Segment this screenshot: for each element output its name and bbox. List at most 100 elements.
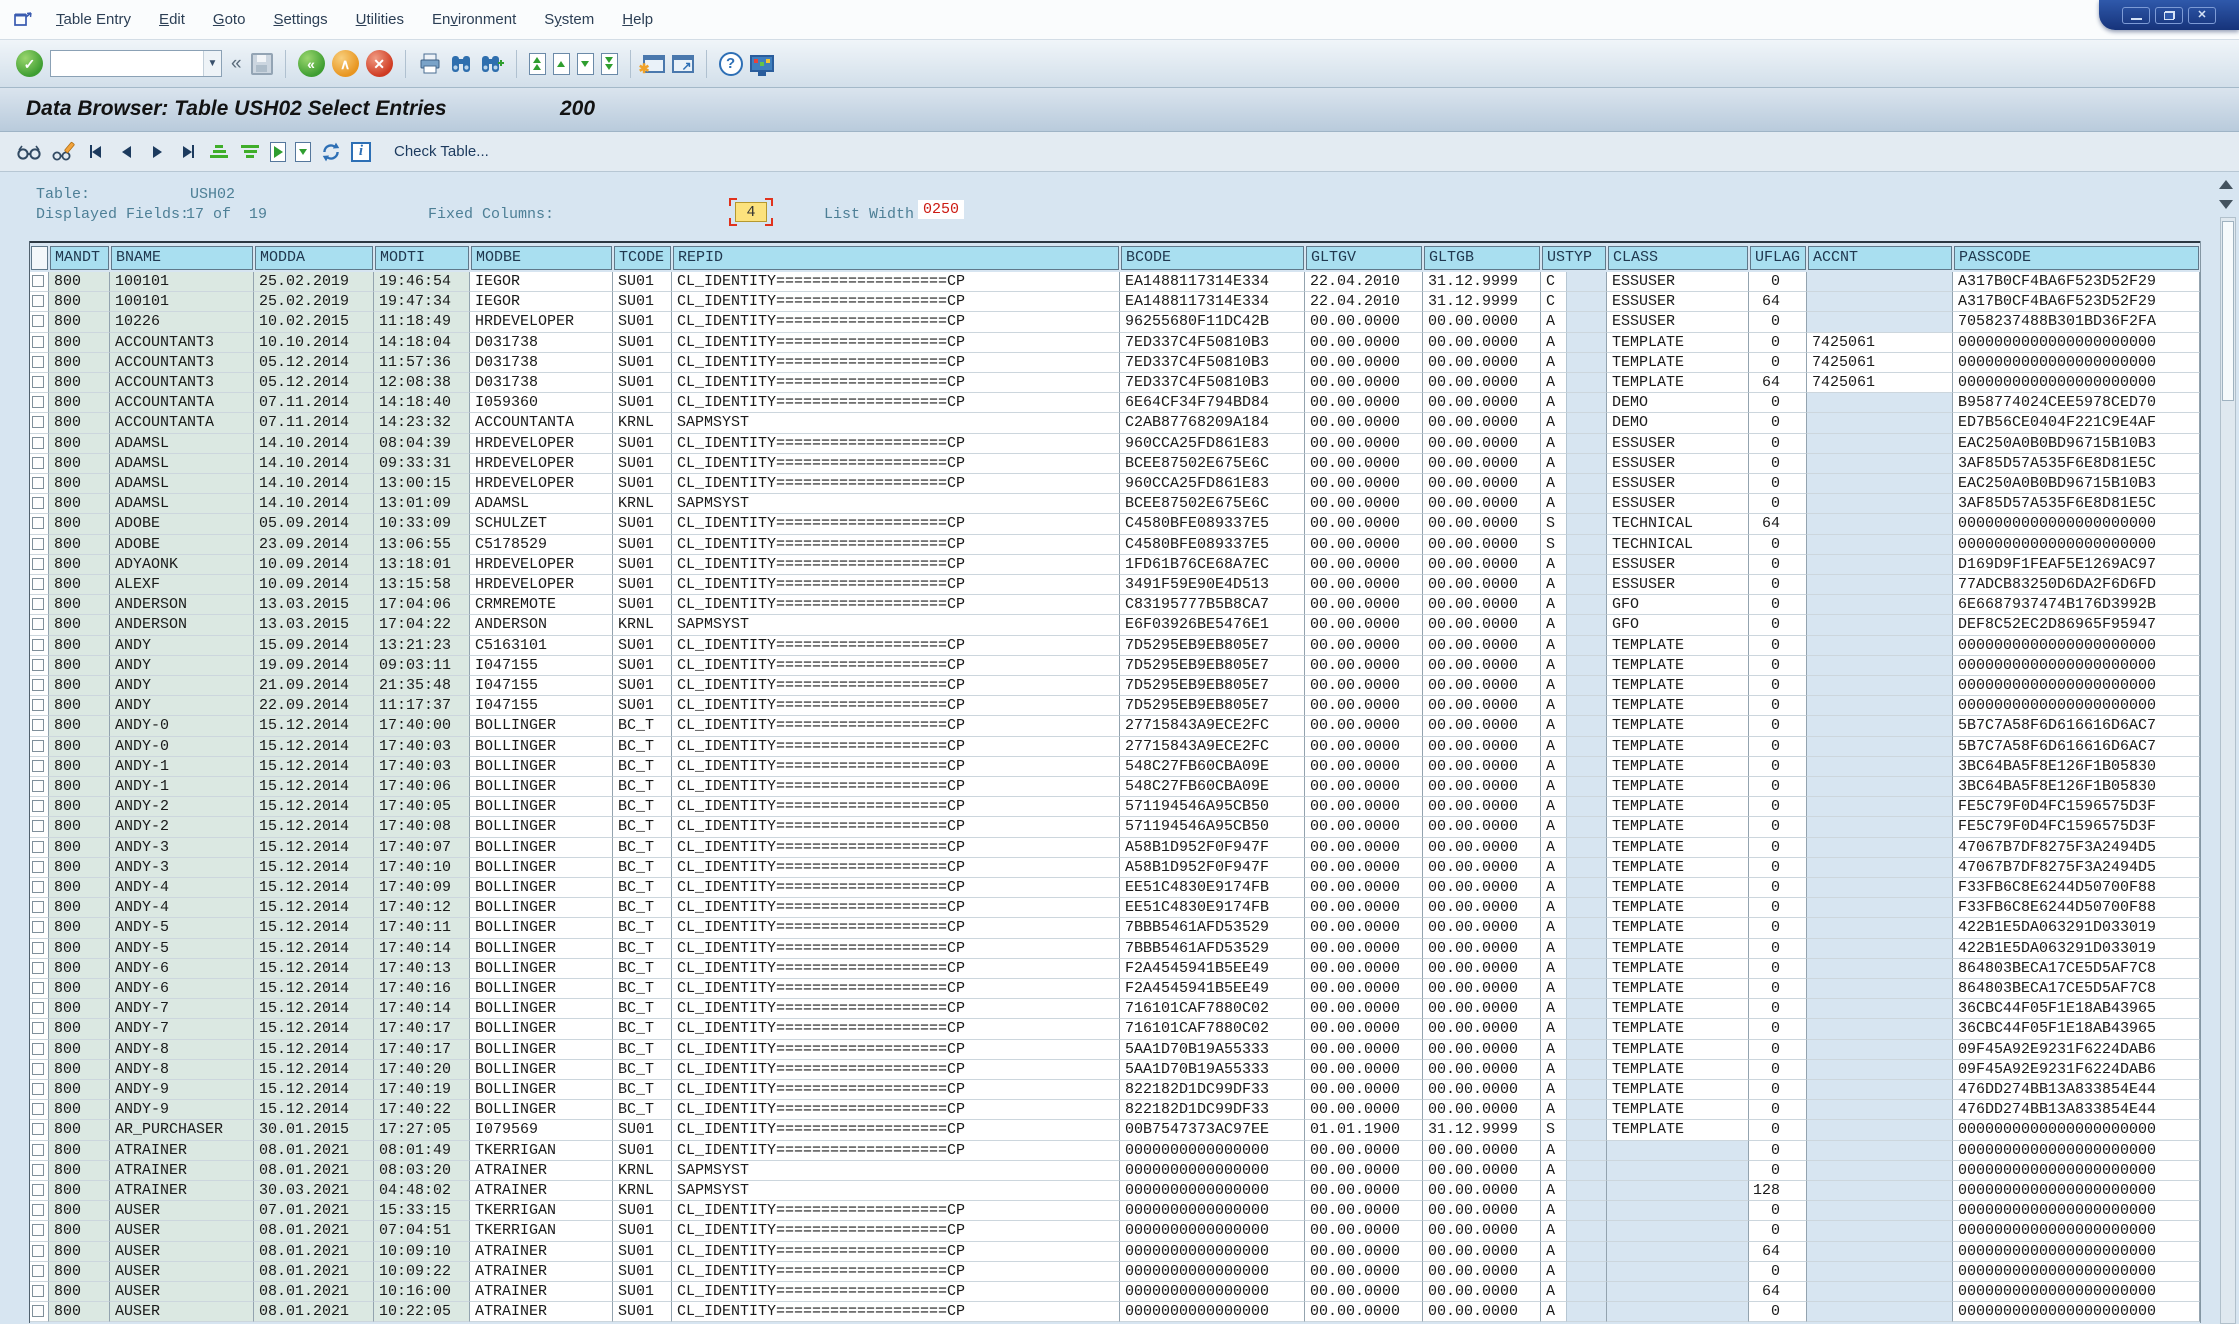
- cell-gltgv[interactable]: 00.00.0000: [1305, 393, 1423, 413]
- minimize-icon[interactable]: [2122, 7, 2150, 24]
- cell-modti[interactable]: 17:40:03: [374, 757, 470, 777]
- cell-modda[interactable]: 15.12.2014: [254, 999, 374, 1019]
- cell-bcode[interactable]: 7BBB5461AFD53529: [1120, 939, 1305, 959]
- table-row[interactable]: 800ANDY-615.12.201417:40:13BOLLINGERBC_T…: [0, 959, 2239, 979]
- cell-repid[interactable]: SAPMSYST: [672, 1181, 1120, 1201]
- cell-repid[interactable]: CL_IDENTITY===================CP: [672, 535, 1120, 555]
- cell-ustyp[interactable]: A: [1541, 696, 1567, 716]
- cell-accnt[interactable]: [1807, 454, 1953, 474]
- cell-modda[interactable]: 08.01.2021: [254, 1302, 374, 1322]
- cell-modda[interactable]: 14.10.2014: [254, 474, 374, 494]
- row-checkbox[interactable]: [32, 598, 44, 610]
- cell-accnt[interactable]: [1807, 615, 1953, 635]
- cell-modti[interactable]: 14:18:04: [374, 333, 470, 353]
- cell-mandt[interactable]: 800: [49, 595, 110, 615]
- cell-ustyp[interactable]: A: [1541, 878, 1567, 898]
- cell-class[interactable]: ESSUSER: [1607, 292, 1749, 312]
- restore-icon[interactable]: [2155, 7, 2183, 24]
- cell-class[interactable]: DEMO: [1607, 393, 1749, 413]
- cell-modbe[interactable]: ATRAINER: [470, 1161, 613, 1181]
- cell-modti[interactable]: 13:18:01: [374, 555, 470, 575]
- cell-repid[interactable]: CL_IDENTITY===================CP: [672, 1019, 1120, 1039]
- cell-repid[interactable]: CL_IDENTITY===================CP: [672, 777, 1120, 797]
- cell-repid[interactable]: CL_IDENTITY===================CP: [672, 1080, 1120, 1100]
- cell-repid[interactable]: CL_IDENTITY===================CP: [672, 373, 1120, 393]
- cell-modda[interactable]: 25.02.2019: [254, 272, 374, 292]
- cell-repid[interactable]: CL_IDENTITY===================CP: [672, 393, 1120, 413]
- cell-passcode[interactable]: 0000000000000000000000: [1953, 676, 2200, 696]
- cell-mandt[interactable]: 800: [49, 454, 110, 474]
- cell-gltgb[interactable]: 00.00.0000: [1423, 757, 1541, 777]
- cell-class[interactable]: ESSUSER: [1607, 575, 1749, 595]
- cell-mandt[interactable]: 800: [49, 979, 110, 999]
- row-checkbox[interactable]: [32, 760, 44, 772]
- cell-passcode[interactable]: 0000000000000000000000: [1953, 636, 2200, 656]
- cell-uflag[interactable]: 0: [1749, 333, 1807, 353]
- cell-bname[interactable]: ANDY-2: [110, 797, 254, 817]
- table-row[interactable]: 800ANDY-415.12.201417:40:09BOLLINGERBC_T…: [0, 878, 2239, 898]
- cell-ustyp[interactable]: A: [1541, 1080, 1567, 1100]
- cell-modbe[interactable]: I047155: [470, 676, 613, 696]
- cell-repid[interactable]: CL_IDENTITY===================CP: [672, 858, 1120, 878]
- cell-accnt[interactable]: [1807, 636, 1953, 656]
- cell-mandt[interactable]: 800: [49, 1080, 110, 1100]
- cell-bcode[interactable]: EA1488117314E334: [1120, 292, 1305, 312]
- cell-ustyp[interactable]: A: [1541, 939, 1567, 959]
- cell-modbe[interactable]: TKERRIGAN: [470, 1221, 613, 1241]
- column-header-class[interactable]: CLASS: [1608, 246, 1748, 270]
- cell-ustyp[interactable]: A: [1541, 817, 1567, 837]
- table-row[interactable]: 800AUSER08.01.202107:04:51TKERRIGANSU01C…: [0, 1221, 2239, 1241]
- row-checkbox[interactable]: [32, 356, 44, 368]
- cell-repid[interactable]: CL_IDENTITY===================CP: [672, 312, 1120, 332]
- cell-uflag[interactable]: 0: [1749, 1040, 1807, 1060]
- cell-uflag[interactable]: 0: [1749, 939, 1807, 959]
- cell-modbe[interactable]: ATRAINER: [470, 1242, 613, 1262]
- cell-bcode[interactable]: 571194546A95CB50: [1120, 797, 1305, 817]
- cell-class[interactable]: TEMPLATE: [1607, 777, 1749, 797]
- table-row[interactable]: 800ADAMSL14.10.201413:00:15HRDEVELOPERSU…: [0, 474, 2239, 494]
- cell-class[interactable]: TEMPLATE: [1607, 757, 1749, 777]
- cell-tcode[interactable]: SU01: [613, 1120, 672, 1140]
- cell-mandt[interactable]: 800: [49, 737, 110, 757]
- cell-mandt[interactable]: 800: [49, 636, 110, 656]
- menu-system[interactable]: System: [544, 11, 594, 28]
- cell-bcode[interactable]: 96255680F11DC42B: [1120, 312, 1305, 332]
- cell-tcode[interactable]: BC_T: [613, 757, 672, 777]
- cell-passcode[interactable]: 0000000000000000000000: [1953, 696, 2200, 716]
- cell-modbe[interactable]: HRDEVELOPER: [470, 454, 613, 474]
- cell-mandt[interactable]: 800: [49, 1060, 110, 1080]
- cell-ustyp[interactable]: A: [1541, 1141, 1567, 1161]
- details-icon[interactable]: [16, 140, 42, 164]
- cell-gltgb[interactable]: 00.00.0000: [1423, 737, 1541, 757]
- cell-modbe[interactable]: HRDEVELOPER: [470, 312, 613, 332]
- cell-gltgv[interactable]: 00.00.0000: [1305, 999, 1423, 1019]
- cell-uflag[interactable]: 0: [1749, 312, 1807, 332]
- cell-bname[interactable]: ANDY-5: [110, 918, 254, 938]
- cell-uflag[interactable]: 0: [1749, 858, 1807, 878]
- cell-modti[interactable]: 10:33:09: [374, 514, 470, 534]
- cell-uflag[interactable]: 0: [1749, 535, 1807, 555]
- column-header-selection[interactable]: [31, 246, 48, 270]
- row-checkbox[interactable]: [32, 861, 44, 873]
- cell-gltgv[interactable]: 22.04.2010: [1305, 292, 1423, 312]
- cell-modda[interactable]: 15.12.2014: [254, 1080, 374, 1100]
- refresh-icon[interactable]: [320, 140, 342, 164]
- cell-modti[interactable]: 08:01:49: [374, 1141, 470, 1161]
- cell-class[interactable]: TEMPLATE: [1607, 939, 1749, 959]
- cell-class[interactable]: TEMPLATE: [1607, 918, 1749, 938]
- cell-accnt[interactable]: [1807, 1141, 1953, 1161]
- cell-mandt[interactable]: 800: [49, 797, 110, 817]
- cell-ustyp[interactable]: A: [1541, 1221, 1567, 1241]
- cell-modbe[interactable]: ATRAINER: [470, 1262, 613, 1282]
- cell-uflag[interactable]: 0: [1749, 737, 1807, 757]
- cell-modbe[interactable]: I047155: [470, 656, 613, 676]
- cell-class[interactable]: ESSUSER: [1607, 454, 1749, 474]
- cell-bname[interactable]: 100101: [110, 272, 254, 292]
- cell-gltgv[interactable]: 00.00.0000: [1305, 716, 1423, 736]
- cell-ustyp[interactable]: C: [1541, 292, 1567, 312]
- cell-gltgb[interactable]: 00.00.0000: [1423, 716, 1541, 736]
- cell-modda[interactable]: 08.01.2021: [254, 1221, 374, 1241]
- cell-gltgb[interactable]: 00.00.0000: [1423, 817, 1541, 837]
- cell-passcode[interactable]: 0000000000000000000000: [1953, 1161, 2200, 1181]
- cell-accnt[interactable]: [1807, 656, 1953, 676]
